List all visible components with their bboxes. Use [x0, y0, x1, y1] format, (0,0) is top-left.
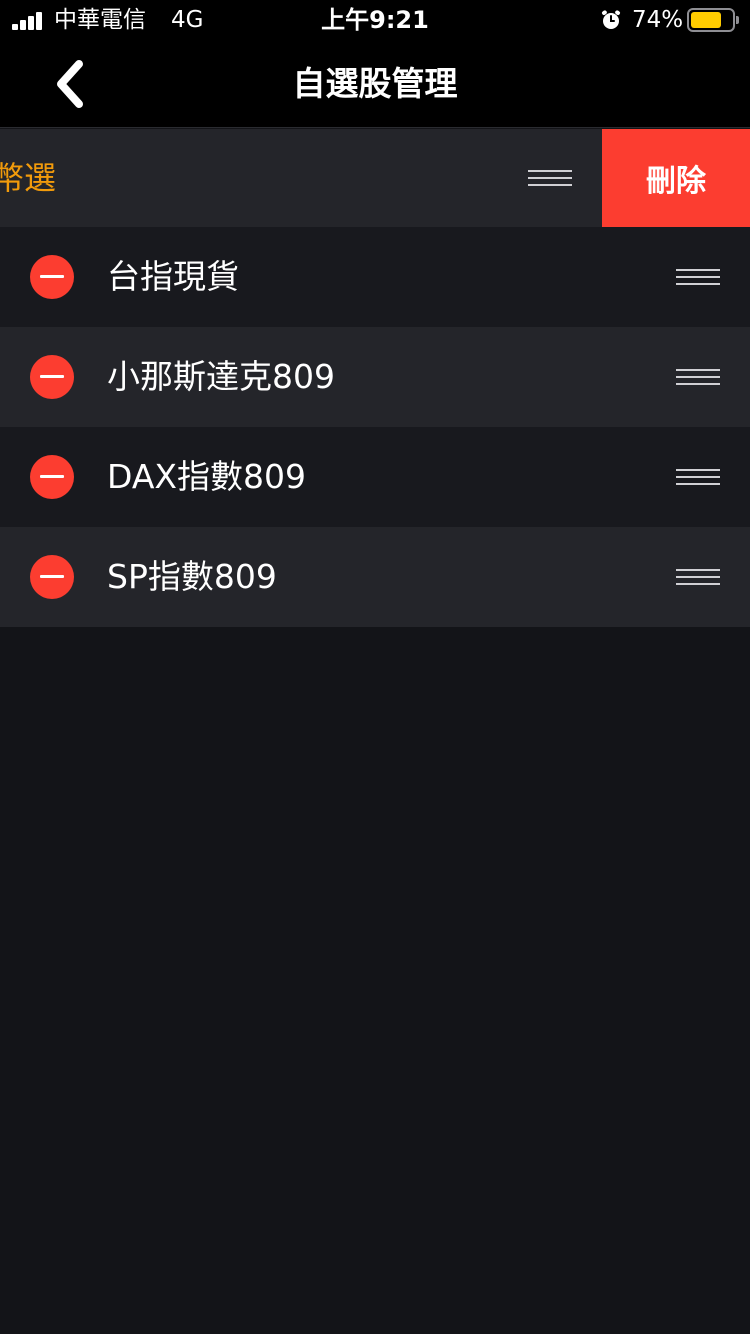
remove-icon[interactable] — [30, 255, 74, 299]
list-item-label: SP指數809 — [107, 557, 277, 596]
status-bar: 中華電信 4G 上午9:21 74% — [0, 0, 750, 40]
list-item[interactable]: 台指現貨 — [0, 227, 750, 327]
list-item-swiped[interactable]: 幣選 刪除 — [0, 129, 750, 227]
alarm-icon — [602, 10, 620, 29]
list-item-label: 台指現貨 — [107, 257, 239, 296]
battery-percent: 74% — [632, 7, 684, 33]
list-item[interactable]: SP指數809 — [0, 527, 750, 627]
list-item[interactable]: DAX指數809 — [0, 427, 750, 527]
list-item-label: 幣選 — [0, 159, 57, 197]
list-item[interactable]: 小那斯達克809 — [0, 327, 750, 427]
drag-handle-icon[interactable] — [676, 267, 720, 287]
delete-button[interactable]: 刪除 — [602, 129, 750, 227]
list-item-label: 小那斯達克809 — [107, 357, 335, 396]
drag-handle-icon[interactable] — [676, 567, 720, 587]
drag-handle-icon[interactable] — [676, 367, 720, 387]
watchlist: 幣選 刪除 台指現貨 小那斯達克809 DAX指數809 SP指數809 — [0, 129, 750, 627]
back-button[interactable] — [40, 48, 100, 120]
remove-icon[interactable] — [30, 555, 74, 599]
drag-handle-icon[interactable] — [528, 168, 572, 188]
remove-icon[interactable] — [30, 455, 74, 499]
remove-icon[interactable] — [30, 355, 74, 399]
list-item-label: DAX指數809 — [107, 457, 306, 496]
page-title: 自選股管理 — [292, 64, 458, 103]
battery-icon — [687, 8, 739, 32]
drag-handle-icon[interactable] — [676, 467, 720, 487]
chevron-left-icon — [57, 60, 83, 108]
nav-bar: 自選股管理 — [0, 40, 750, 128]
swiped-row-content[interactable]: 幣選 — [0, 129, 602, 227]
